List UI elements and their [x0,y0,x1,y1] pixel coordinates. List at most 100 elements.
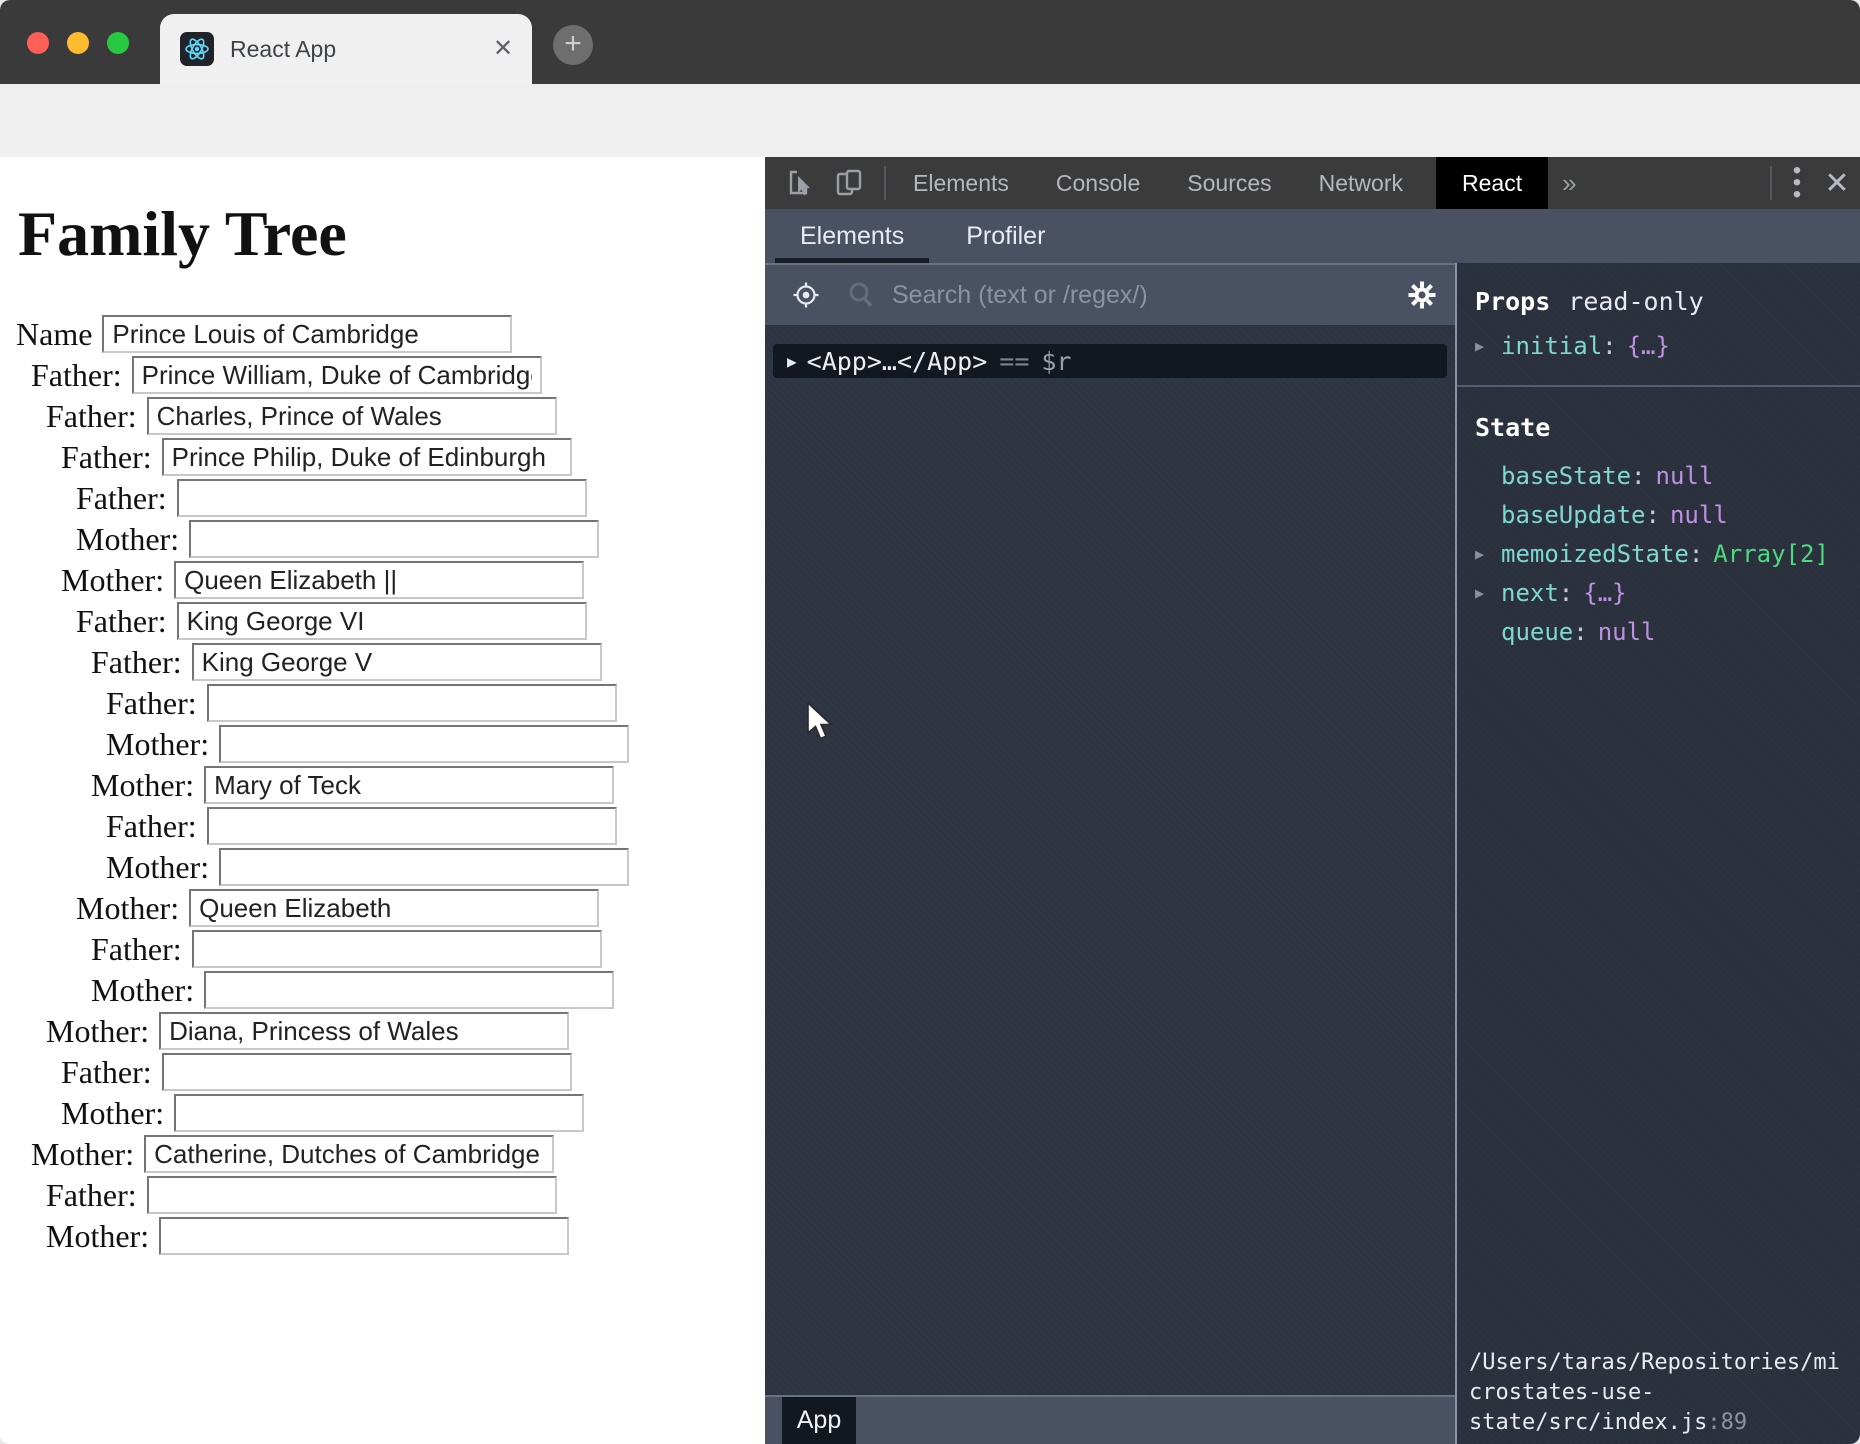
new-tab-button[interactable]: + [553,25,593,65]
relation-label: Father: [31,357,122,394]
devtools-tab-console[interactable]: Console [1048,157,1148,209]
relation-label: Mother: [76,521,179,558]
person-name-input[interactable] [162,438,572,476]
person-name-input[interactable] [174,561,584,599]
family-tree-row: Father: [0,684,765,722]
family-tree-row: Father: [0,1053,765,1091]
search-icon [846,280,876,310]
relation-label: Mother: [46,1218,149,1255]
person-name-input[interactable] [189,889,599,927]
tab-title: React App [230,36,488,63]
relation-label: Father: [76,603,167,640]
expand-triangle-icon[interactable]: ▶ [1475,584,1501,602]
react-subtab-profiler[interactable]: Profiler [966,209,1045,263]
select-element-target-icon[interactable] [792,281,820,309]
relation-label: Mother: [31,1136,134,1173]
console-ref: $r [1041,347,1071,376]
person-name-input[interactable] [102,315,512,353]
devtools-tab-network[interactable]: Network [1311,157,1411,209]
search-input[interactable] [890,280,1407,311]
tab-close-icon[interactable]: ✕ [488,34,518,64]
family-tree-row: Mother: [0,1135,765,1173]
prop-row-initial[interactable]: ▶ initial: {…} [1457,326,1860,365]
family-tree-form: Name Father: Father: Father: Father: Mot… [0,315,765,1255]
equals-sign: == [999,347,1029,376]
relation-label: Mother: [61,562,164,599]
person-name-input[interactable] [219,848,629,886]
person-name-input[interactable] [162,1053,572,1091]
family-tree-row: Mother: [0,889,765,927]
expand-triangle-icon[interactable]: ▶ [787,352,797,371]
window-close-button[interactable] [27,32,49,54]
relation-label: Father: [106,685,197,722]
tree-row-app[interactable]: ▶ <App>…</App> == $r [773,344,1447,378]
react-devtools-subtabs: Elements Profiler [765,209,1860,265]
person-name-input[interactable] [207,807,617,845]
person-name-input[interactable] [177,602,587,640]
relation-label: Mother: [61,1095,164,1132]
family-tree-row: Father: [0,479,765,517]
relation-label: Father: [76,480,167,517]
browser-toolbar: localhost:3000 [0,84,1860,158]
devtools-tab-elements[interactable]: Elements [905,157,1017,209]
more-tabs-icon[interactable]: » [1562,168,1576,199]
expand-triangle-icon[interactable]: ▶ [1475,545,1501,563]
family-tree-row: Father: [0,1176,765,1214]
component-source-path[interactable]: /Users/taras/Repositories/microstates-us… [1469,1348,1840,1438]
person-name-input[interactable] [132,356,542,394]
browser-tab[interactable]: React App ✕ [160,14,532,84]
relation-label: Mother: [91,767,194,804]
inspect-element-icon[interactable] [786,168,816,198]
tabbar-divider [884,166,886,200]
relation-label: Father: [61,439,152,476]
window-zoom-button[interactable] [107,32,129,54]
state-header: State [1457,413,1860,442]
browser-window: React App ✕ + localhost:3000 [0,0,1860,1444]
state-row-memoizedstate[interactable]: ▶ memoizedState: Array[2] [1457,534,1860,573]
settings-gear-icon[interactable] [1407,280,1437,310]
family-tree-row: Mother: [0,561,765,599]
props-state-panel: Propsread-only ▶ initial: {…} State base… [1455,263,1860,1444]
person-name-input[interactable] [207,684,617,722]
person-name-input[interactable] [192,643,602,681]
state-row-next[interactable]: ▶ next: {…} [1457,573,1860,612]
person-name-input[interactable] [204,766,614,804]
person-name-input[interactable] [204,971,614,1009]
state-row-baseupdate: baseUpdate: null [1457,495,1860,534]
state-section: State baseState: null baseUpdate: null ▶… [1457,387,1860,651]
relation-label: Mother: [76,890,179,927]
expand-triangle-icon[interactable]: ▶ [1475,337,1501,355]
window-minimize-button[interactable] [67,32,89,54]
page-content: Family Tree Name Father: Father: Father:… [0,157,765,1444]
family-tree-row: Father: [0,602,765,640]
person-name-input[interactable] [192,930,602,968]
family-tree-row: Father: [0,438,765,476]
person-name-input[interactable] [159,1012,569,1050]
component-breadcrumb-bar: App [765,1395,1455,1444]
source-line-number: :89 [1707,1410,1747,1435]
family-tree-row: Father: [0,397,765,435]
state-row-queue: queue: null [1457,612,1860,651]
person-name-input[interactable] [174,1094,584,1132]
family-tree-row: Mother: [0,1217,765,1255]
person-name-input[interactable] [159,1217,569,1255]
breadcrumb-app-chip[interactable]: App [782,1397,856,1444]
device-toolbar-icon[interactable] [834,168,864,198]
devtools-menu-icon[interactable]: ••• [1780,165,1814,201]
person-name-input[interactable] [189,520,599,558]
component-tag: <App>…</App> [807,347,988,376]
component-tree-panel: ▶ <App>…</App> == $r [765,325,1455,1395]
person-name-input[interactable] [147,397,557,435]
devtools-close-icon[interactable]: ✕ [1814,166,1860,201]
mouse-cursor [806,702,836,744]
person-name-input[interactable] [147,1176,557,1214]
devtools-tab-react[interactable]: React [1436,157,1548,209]
tabbar-divider-right [1770,166,1772,200]
props-section: Propsread-only ▶ initial: {…} [1457,263,1860,387]
person-name-input[interactable] [219,725,629,763]
person-name-input[interactable] [144,1135,554,1173]
family-tree-row: Mother: [0,1012,765,1050]
person-name-input[interactable] [177,479,587,517]
react-subtab-elements[interactable]: Elements [800,209,904,263]
devtools-tab-sources[interactable]: Sources [1179,157,1279,209]
